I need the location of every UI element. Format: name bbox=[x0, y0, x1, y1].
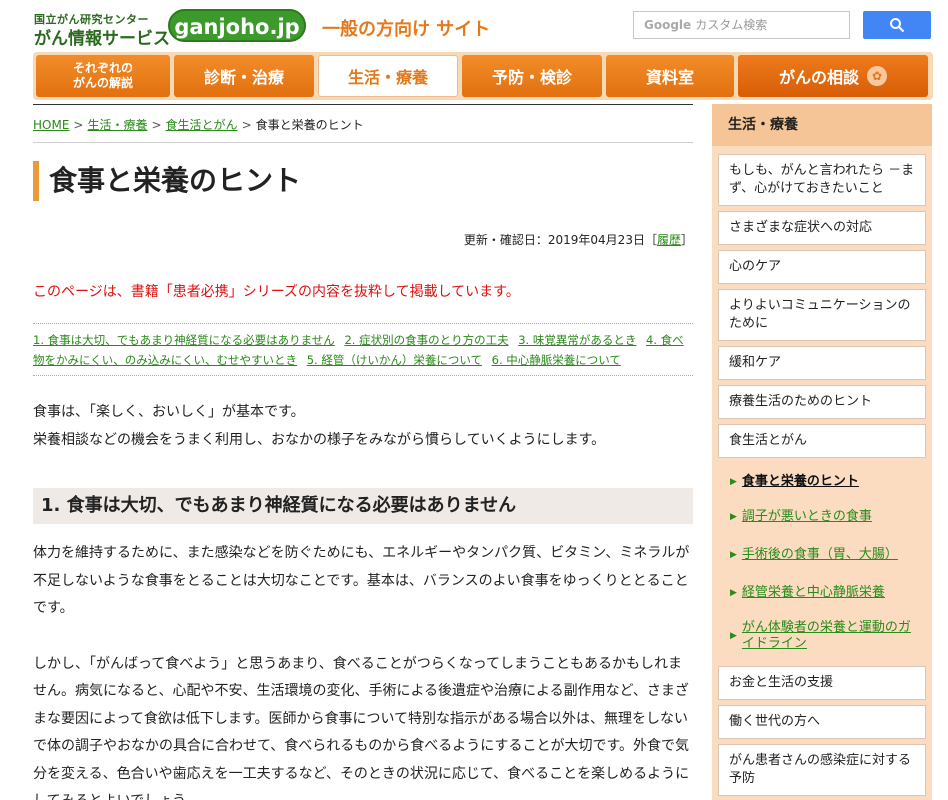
sidebar-subitem-bad-condition[interactable]: ▶ 調子が悪いときの食事 bbox=[718, 498, 926, 536]
toc-link-1[interactable]: 1. 食事は大切、でもあまり神経質になる必要はありません bbox=[33, 333, 335, 347]
sidebar-item-palliative[interactable]: 緩和ケア bbox=[718, 346, 926, 380]
sidebar-title[interactable]: 生活・療養 bbox=[712, 104, 932, 146]
sidebar-item-mental-care[interactable]: 心のケア bbox=[718, 250, 926, 284]
triangle-right-icon: ▶ bbox=[730, 588, 737, 598]
main-content: HOME > 生活・療養 > 食生活とがん > 食事と栄養のヒント 食事と栄養のヒント 更新… bbox=[33, 104, 693, 800]
sidebar-subitem-label[interactable]: 調子が悪いときの食事 bbox=[742, 509, 872, 525]
breadcrumb-home[interactable]: HOME bbox=[33, 118, 69, 132]
page-title: 食事と栄養のヒント bbox=[33, 161, 693, 201]
search-placeholder: カスタム検索 bbox=[695, 18, 768, 32]
search-input[interactable]: Google カスタム検索 bbox=[633, 11, 850, 39]
updated-close: ］ bbox=[680, 233, 693, 247]
toc-link-6[interactable]: 6. 中心静脈栄養について bbox=[492, 353, 621, 367]
sidebar-subitem-tube-feeding[interactable]: ▶ 経管栄養と中心静脈栄養 bbox=[718, 574, 926, 612]
updated-label: 更新・確認日：2019年04月23日［ bbox=[463, 233, 657, 247]
updated-date: 更新・確認日：2019年04月23日［履歴］ bbox=[33, 231, 693, 248]
nav-cancer-types[interactable]: それぞれの がんの解説 bbox=[36, 55, 170, 97]
nav-resources[interactable]: 資料室 bbox=[606, 55, 734, 97]
breadcrumb: HOME > 生活・療養 > 食生活とがん > 食事と栄養のヒント bbox=[33, 105, 693, 143]
sidebar-subitem-label[interactable]: がん体験者の栄養と運動のガイドライン bbox=[742, 620, 916, 652]
global-nav: それぞれの がんの解説 診断・治療 生活・療養 予防・検診 資料室 がんの相談 … bbox=[33, 52, 933, 100]
breadcrumb-life-care[interactable]: 生活・療養 bbox=[87, 118, 147, 132]
sidebar-item-symptoms[interactable]: さまざまな症状への対応 bbox=[718, 211, 926, 245]
section1-paragraph-1: 体力を維持するために、また感染などを防ぐためにも、エネルギーやタンパク質、ビタミ… bbox=[33, 545, 690, 616]
intro-line-2: 栄養相談などの機会をうまく利用し、おなかの様子をみながら慣らしていくようにします… bbox=[33, 432, 606, 448]
nav-consultation-label: がんの相談 bbox=[778, 68, 859, 87]
sidebar-subitem-guidelines[interactable]: ▶ がん体験者の栄養と運動のガイドライン bbox=[718, 612, 926, 660]
toc-link-2[interactable]: 2. 症状別の食事のとり方の工夫 bbox=[344, 333, 508, 347]
nav-life-care[interactable]: 生活・療養 bbox=[318, 55, 458, 97]
toc-link-3[interactable]: 3. 味覚異常があるとき bbox=[518, 333, 636, 347]
breadcrumb-diet[interactable]: 食生活とがん bbox=[166, 118, 238, 132]
history-link[interactable]: 履歴 bbox=[657, 233, 681, 247]
consultation-icon: ✿ bbox=[867, 66, 887, 86]
excerpt-notice: このページは、書籍「患者必携」シリーズの内容を抜粋して掲載しています。 bbox=[33, 284, 520, 300]
sidebar-subitem-label[interactable]: 手術後の食事（胃、大腸） bbox=[742, 547, 898, 563]
section1-paragraph-2: しかし、「がんばって食べよう」と思うあまり、食べることがつらくなってしまうことも… bbox=[33, 655, 690, 800]
triangle-right-icon: ▶ bbox=[730, 512, 737, 522]
intro-text: 食事は、「楽しく、おいしく」が基本です。 栄養相談などの機会をうまく利用し、おな… bbox=[33, 398, 693, 454]
toc-link-5[interactable]: 5. 経管（けいかん）栄養について bbox=[307, 353, 482, 367]
section-heading-1: 1. 食事は大切、でもあまり神経質になる必要はありません bbox=[33, 488, 693, 524]
nav-prevention[interactable]: 予防・検診 bbox=[462, 55, 602, 97]
sidebar: 生活・療養 もしも、がんと言われたら －まず、心がけておきたいこと さまざまな症… bbox=[712, 104, 932, 800]
nav-consultation[interactable]: がんの相談 ✿ bbox=[738, 55, 928, 97]
table-of-contents: 1. 食事は大切、でもあまり神経質になる必要はありません 2. 症状別の食事のと… bbox=[33, 323, 693, 376]
site-header: 国立がん研究センター がん情報サービス ganjoho.jp 一般の方向け サイ… bbox=[0, 0, 948, 50]
search-button[interactable] bbox=[863, 11, 931, 39]
intro-line-1: 食事は、「楽しく、おいしく」が基本です。 bbox=[33, 404, 305, 420]
sidebar-item-infection[interactable]: がん患者さんの感染症に対する予防 bbox=[718, 744, 926, 796]
sidebar-item-diet[interactable]: 食生活とがん bbox=[718, 424, 926, 458]
triangle-right-icon: ▶ bbox=[730, 550, 737, 560]
breadcrumb-current: 食事と栄養のヒント bbox=[255, 118, 364, 132]
triangle-right-icon: ▶ bbox=[730, 631, 737, 641]
site-logo-text[interactable]: がん情報サービス bbox=[34, 24, 170, 49]
sidebar-item-working-age[interactable]: 働く世代の方へ bbox=[718, 705, 926, 739]
sidebar-item-money-support[interactable]: お金と生活の支援 bbox=[718, 666, 926, 700]
search-icon bbox=[890, 18, 905, 33]
sidebar-subitem-label[interactable]: 経管栄養と中心静脈栄養 bbox=[742, 585, 885, 601]
domain-logo[interactable]: ganjoho.jp bbox=[168, 9, 306, 42]
sidebar-item-first-steps[interactable]: もしも、がんと言われたら －まず、心がけておきたいこと bbox=[718, 154, 926, 206]
sidebar-item-communication[interactable]: よりよいコミュニケーションのために bbox=[718, 289, 926, 341]
google-brand: Google bbox=[644, 18, 692, 32]
sidebar-subitem-post-surgery[interactable]: ▶ 手術後の食事（胃、大腸） bbox=[718, 536, 926, 574]
site-audience-label: 一般の方向け サイト bbox=[322, 19, 491, 40]
sidebar-subitem-nutrition-tips[interactable]: ▶ 食事と栄養のヒント bbox=[718, 466, 926, 498]
sidebar-item-care-tips[interactable]: 療養生活のためのヒント bbox=[718, 385, 926, 419]
triangle-right-icon: ▶ bbox=[730, 477, 737, 487]
sidebar-subitem-label[interactable]: 食事と栄養のヒント bbox=[742, 474, 859, 490]
nav-diagnosis-treatment[interactable]: 診断・治療 bbox=[174, 55, 314, 97]
